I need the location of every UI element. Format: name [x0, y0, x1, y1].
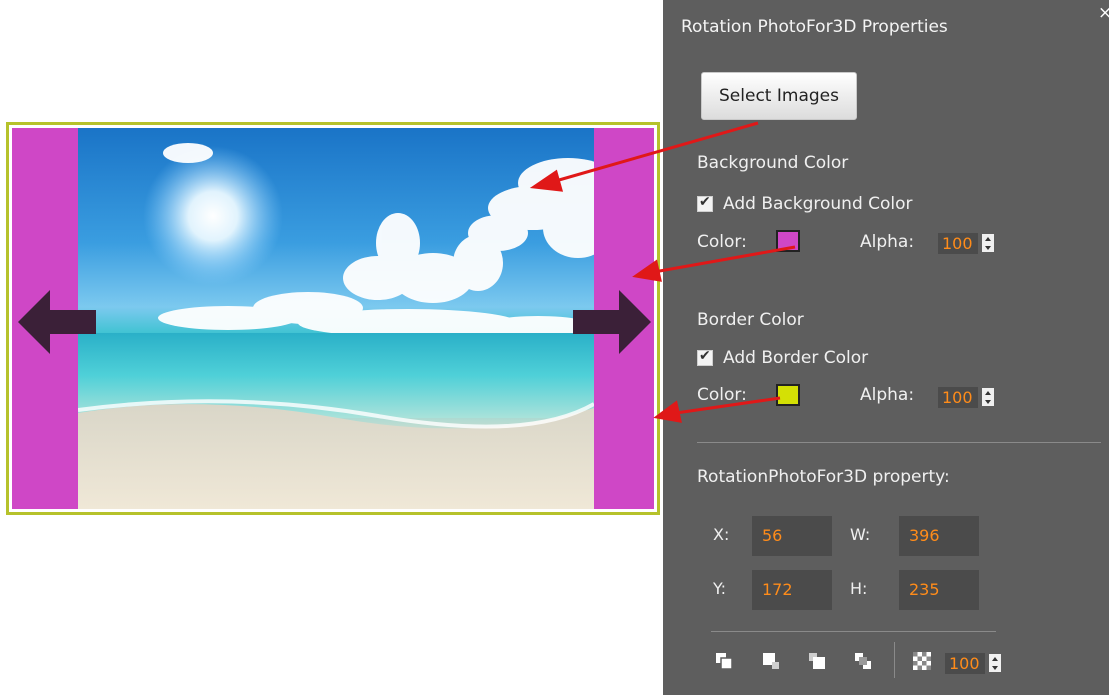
stepper-arrows-icon[interactable]	[989, 654, 1001, 672]
border-alpha-label: Alpha:	[860, 385, 915, 405]
w-label: W:	[850, 525, 871, 544]
property-heading: RotationPhotoFor3D property:	[697, 467, 950, 487]
add-background-color-checkbox[interactable]	[697, 194, 713, 212]
border-color-label: Color:	[697, 385, 747, 405]
rotation-photo-preview	[6, 122, 660, 515]
panel-title: Rotation PhotoFor3D Properties	[681, 17, 948, 37]
background-color-label: Color:	[697, 232, 747, 252]
add-border-color-checkbox[interactable]	[697, 348, 713, 366]
opacity-stepper[interactable]: 100	[945, 651, 1013, 675]
bring-forward-icon[interactable]	[762, 652, 780, 670]
border-color-swatch[interactable]	[776, 384, 800, 406]
arrow-right-icon[interactable]	[573, 290, 651, 354]
w-field[interactable]: 396	[899, 516, 979, 556]
y-field[interactable]: 172	[752, 570, 832, 610]
send-backward-icon[interactable]	[808, 652, 826, 670]
background-color-swatch[interactable]	[776, 230, 800, 252]
background-alpha-value[interactable]: 100	[938, 232, 978, 254]
section-divider	[697, 442, 1101, 443]
toolbar-divider	[711, 631, 996, 632]
select-images-button[interactable]: Select Images	[701, 72, 857, 120]
add-background-color-row[interactable]: Add Background Color	[697, 194, 913, 214]
stepper-arrows-icon[interactable]	[982, 388, 994, 406]
bring-to-front-icon[interactable]	[715, 652, 733, 670]
border-color-heading: Border Color	[697, 310, 804, 330]
beach-photo	[78, 128, 594, 509]
add-border-color-row[interactable]: Add Border Color	[697, 348, 868, 368]
arrow-left-icon[interactable]	[18, 290, 96, 354]
opacity-value[interactable]: 100	[945, 652, 985, 674]
border-alpha-value[interactable]: 100	[938, 386, 978, 408]
send-to-back-icon[interactable]	[854, 652, 872, 670]
add-background-color-label: Add Background Color	[723, 194, 913, 214]
stepper-arrows-icon[interactable]	[982, 234, 994, 252]
beach-photo-art	[78, 143, 594, 509]
h-label: H:	[850, 579, 868, 598]
preview-background	[12, 128, 654, 509]
properties-panel: Rotation PhotoFor3D Properties × Select …	[663, 0, 1109, 695]
add-border-color-label: Add Border Color	[723, 348, 869, 368]
background-alpha-stepper[interactable]: 100	[938, 231, 1006, 255]
border-alpha-stepper[interactable]: 100	[938, 385, 1006, 409]
close-icon[interactable]: ×	[1098, 3, 1109, 23]
background-alpha-label: Alpha:	[860, 232, 915, 252]
background-color-heading: Background Color	[697, 153, 849, 173]
opacity-checker-icon[interactable]	[913, 652, 931, 670]
h-field[interactable]: 235	[899, 570, 979, 610]
x-label: X:	[713, 525, 730, 544]
x-field[interactable]: 56	[752, 516, 832, 556]
y-label: Y:	[713, 579, 727, 598]
toolbar-separator	[894, 642, 895, 678]
